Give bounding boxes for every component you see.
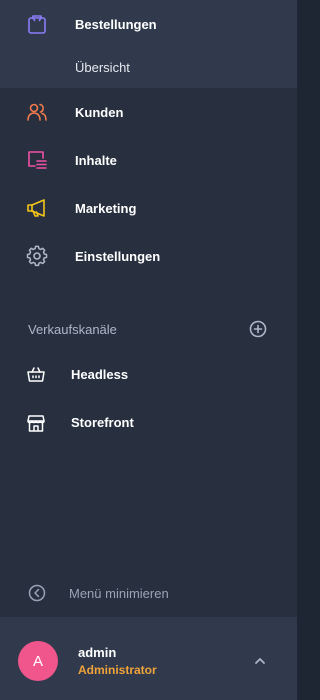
nav-item-content[interactable]: Inhalte	[0, 136, 297, 184]
sales-channel-headless-label: Headless	[71, 367, 129, 382]
nav-item-orders[interactable]: Bestellungen	[0, 0, 297, 48]
main-navigation: Bestellungen Übersicht Kunden Inhalte Ma…	[0, 0, 297, 280]
sales-channel-storefront-label: Storefront	[71, 415, 134, 430]
nav-item-orders-label: Bestellungen	[75, 16, 157, 32]
storefront-icon	[26, 413, 46, 433]
collapse-menu-label: Menü minimieren	[69, 586, 169, 601]
user-role: Administrator	[78, 663, 157, 677]
basket-icon	[26, 365, 46, 385]
user-name: admin	[78, 645, 117, 660]
nav-item-content-label: Inhalte	[75, 152, 117, 168]
nav-item-marketing-label: Marketing	[75, 200, 137, 216]
content-list-icon	[26, 149, 48, 171]
nav-subitem-overview[interactable]: Übersicht	[0, 48, 297, 88]
nav-item-marketing[interactable]: Marketing	[0, 184, 297, 232]
gear-icon	[26, 245, 48, 267]
sales-channels-header: Verkaufskanäle	[0, 315, 297, 345]
megaphone-icon	[26, 197, 48, 219]
users-icon	[26, 101, 48, 123]
nav-subitem-overview-label: Übersicht	[75, 60, 130, 75]
shopping-bag-icon	[26, 13, 48, 35]
collapse-arrow-icon	[28, 584, 46, 602]
collapse-menu-button[interactable]: Menü minimieren	[0, 576, 297, 610]
avatar: A	[18, 641, 58, 681]
admin-sidebar: Bestellungen Übersicht Kunden Inhalte Ma…	[0, 0, 297, 700]
sales-channel-headless[interactable]: Headless	[0, 353, 297, 397]
sales-channels-title: Verkaufskanäle	[28, 322, 117, 337]
sales-channel-storefront[interactable]: Storefront	[0, 401, 297, 445]
nav-item-settings-label: Einstellungen	[75, 248, 161, 264]
nav-group-orders: Bestellungen Übersicht	[0, 0, 297, 88]
chevron-up-icon[interactable]	[252, 653, 268, 669]
user-menu[interactable]: A admin Administrator	[0, 617, 297, 700]
nav-item-settings[interactable]: Einstellungen	[0, 232, 297, 280]
nav-item-customers[interactable]: Kunden	[0, 88, 297, 136]
add-sales-channel-icon[interactable]	[249, 320, 267, 338]
nav-item-customers-label: Kunden	[75, 104, 124, 120]
